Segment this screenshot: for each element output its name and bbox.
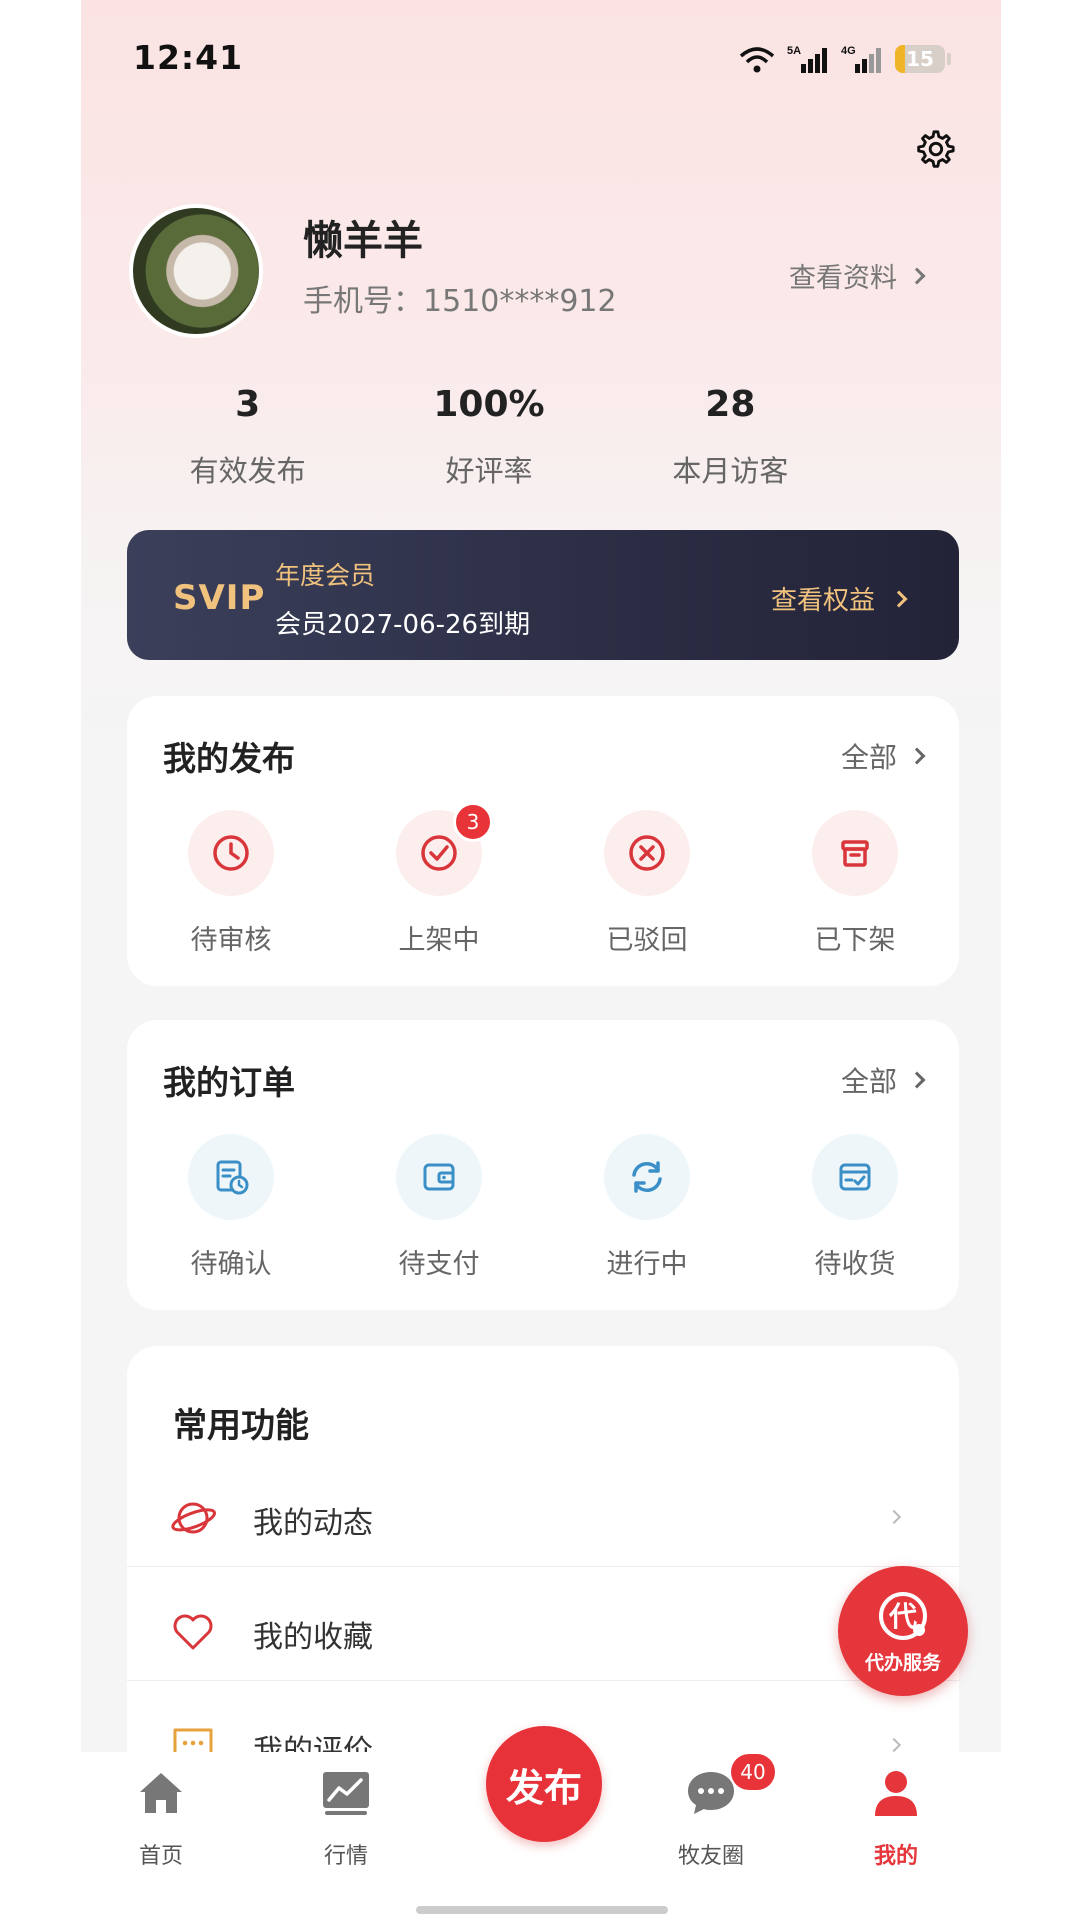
divider bbox=[127, 1566, 959, 1567]
chevron-right-icon bbox=[886, 1509, 902, 1525]
stats-row: 3 有效发布 100% 好评率 28 本月访客 bbox=[127, 384, 851, 490]
grid-label: 上架中 bbox=[398, 925, 480, 956]
circle-notification-badge: 40 bbox=[731, 1754, 775, 1790]
signal-5a-label: 5A bbox=[787, 45, 801, 57]
grid-label: 已下架 bbox=[814, 925, 896, 956]
stat-value: 100% bbox=[433, 384, 545, 425]
archive-box-icon bbox=[841, 840, 869, 867]
view-profile-label: 查看资料 bbox=[789, 263, 897, 294]
tab-label: 首页 bbox=[138, 1844, 183, 1869]
check-circle-icon bbox=[421, 835, 457, 871]
all-label: 全部 bbox=[840, 741, 897, 774]
service-glyph: 代 bbox=[888, 1600, 917, 1633]
tab-home[interactable]: 首页 bbox=[101, 1766, 221, 1870]
status-bar: 12:41 5A 4G 15 bbox=[81, 0, 1001, 120]
chevron-right-icon bbox=[908, 1071, 926, 1089]
tab-label: 我的 bbox=[873, 1844, 918, 1869]
order-pending-receipt[interactable]: 待收货 bbox=[751, 1134, 959, 1281]
count-badge: 3 bbox=[453, 802, 493, 842]
order-pending-payment[interactable]: 待支付 bbox=[335, 1134, 543, 1281]
menu-label: 我的动态 bbox=[253, 1506, 373, 1541]
planet-icon bbox=[171, 1502, 216, 1534]
person-icon bbox=[875, 1771, 917, 1816]
tab-market[interactable]: 行情 bbox=[286, 1766, 406, 1870]
my-publish-title: 我的发布 bbox=[163, 739, 295, 778]
battery-level: 15 bbox=[906, 47, 934, 71]
box-check-icon bbox=[839, 1163, 871, 1191]
wallet-icon bbox=[423, 1163, 455, 1191]
menu-item-my-dynamics[interactable]: 我的动态 bbox=[127, 1464, 959, 1578]
document-clock-icon bbox=[216, 1160, 249, 1195]
publish-rejected[interactable]: 已驳回 bbox=[543, 810, 751, 957]
battery-icon: 15 bbox=[895, 45, 951, 73]
phone-number: 手机号：1510****912 bbox=[303, 284, 617, 319]
agent-service-label: 代办服务 bbox=[864, 1651, 941, 1674]
view-profile-link[interactable]: 查看资料 bbox=[789, 256, 926, 295]
publish-pending-review[interactable]: 待审核 bbox=[127, 810, 335, 957]
publish-on-shelf[interactable]: 3 上架中 bbox=[335, 802, 543, 957]
home-indicator bbox=[416, 1906, 668, 1914]
stat-label: 有效发布 bbox=[189, 454, 306, 488]
my-publish-card: 我的发布 全部 待审核 3 上架中 已驳回 已下架 bbox=[127, 696, 959, 986]
heart-icon bbox=[173, 1614, 213, 1650]
svip-benefits-link[interactable]: 查看权益 bbox=[770, 580, 908, 617]
grid-label: 待审核 bbox=[190, 925, 272, 956]
settings-gear-icon[interactable] bbox=[911, 126, 957, 172]
my-orders-card: 我的订单 全部 待确认 待支付 进行中 待收货 bbox=[127, 1020, 959, 1310]
svip-tag: SVIP bbox=[173, 578, 266, 618]
tab-mine[interactable]: 我的 bbox=[836, 1766, 956, 1870]
order-in-progress[interactable]: 进行中 bbox=[543, 1134, 751, 1281]
x-circle-icon bbox=[629, 835, 665, 871]
grid-label: 待收货 bbox=[814, 1249, 896, 1280]
stat-label: 本月访客 bbox=[672, 454, 789, 488]
profile-screen: 12:41 5A 4G 15 懒羊羊 手机号：1510****912 查看资料 … bbox=[81, 0, 1001, 1920]
my-publish-all-link[interactable]: 全部 bbox=[840, 736, 926, 776]
grid-label: 进行中 bbox=[606, 1249, 688, 1280]
order-pending-confirm[interactable]: 待确认 bbox=[127, 1134, 335, 1281]
svip-expiry: 会员2027-06-26到期 bbox=[275, 610, 531, 640]
svip-title: 年度会员 bbox=[275, 561, 376, 590]
my-orders-all-link[interactable]: 全部 bbox=[840, 1060, 926, 1100]
stat-value: 28 bbox=[705, 384, 756, 425]
divider bbox=[127, 1680, 959, 1681]
tab-label: 行情 bbox=[323, 1844, 368, 1869]
signal-4g-icon: 4G bbox=[841, 45, 881, 73]
service-badge-icon: 代 bbox=[879, 1591, 927, 1640]
svip-benefits-label: 查看权益 bbox=[770, 586, 875, 616]
signal-4g-label: 4G bbox=[841, 45, 856, 57]
chart-trend-icon bbox=[323, 1772, 369, 1815]
chevron-right-icon bbox=[890, 590, 908, 607]
tab-label: 牧友圈 bbox=[677, 1844, 744, 1869]
menu-label: 我的收藏 bbox=[253, 1620, 373, 1655]
chat-bubble-icon bbox=[688, 1772, 734, 1814]
grid-label: 待确认 bbox=[190, 1249, 272, 1280]
status-time: 12:41 bbox=[133, 38, 244, 77]
chevron-right-icon bbox=[908, 267, 926, 284]
clock-icon bbox=[213, 835, 249, 871]
agent-service-button[interactable]: 代 代办服务 bbox=[838, 1566, 968, 1696]
signal-5a-icon: 5A bbox=[787, 45, 827, 73]
wifi-icon bbox=[739, 47, 775, 73]
refresh-icon bbox=[632, 1161, 662, 1193]
chevron-right-icon bbox=[886, 1737, 902, 1753]
grid-label: 已驳回 bbox=[606, 925, 688, 956]
common-functions-title: 常用功能 bbox=[173, 1406, 309, 1446]
stat-label: 好评率 bbox=[445, 454, 533, 488]
stat-published[interactable]: 3 有效发布 bbox=[127, 384, 368, 490]
status-icons: 5A 4G 15 bbox=[737, 44, 951, 74]
avatar[interactable] bbox=[129, 204, 263, 338]
stat-visitors[interactable]: 28 本月访客 bbox=[610, 384, 851, 490]
grid-label: 待支付 bbox=[398, 1249, 480, 1280]
home-icon bbox=[140, 1773, 182, 1813]
svip-banner[interactable]: SVIP 年度会员 会员2027-06-26到期 查看权益 bbox=[127, 530, 959, 660]
stat-value: 3 bbox=[235, 384, 261, 425]
menu-item-my-favorites[interactable]: 我的收藏 bbox=[127, 1578, 959, 1692]
username: 懒羊羊 bbox=[303, 218, 423, 264]
my-orders-title: 我的订单 bbox=[163, 1063, 295, 1102]
publish-off-shelf[interactable]: 已下架 bbox=[751, 810, 959, 957]
stat-rating[interactable]: 100% 好评率 bbox=[368, 384, 609, 490]
all-label: 全部 bbox=[840, 1065, 897, 1098]
chevron-right-icon bbox=[908, 747, 926, 765]
publish-button[interactable]: 发布 bbox=[486, 1726, 602, 1842]
